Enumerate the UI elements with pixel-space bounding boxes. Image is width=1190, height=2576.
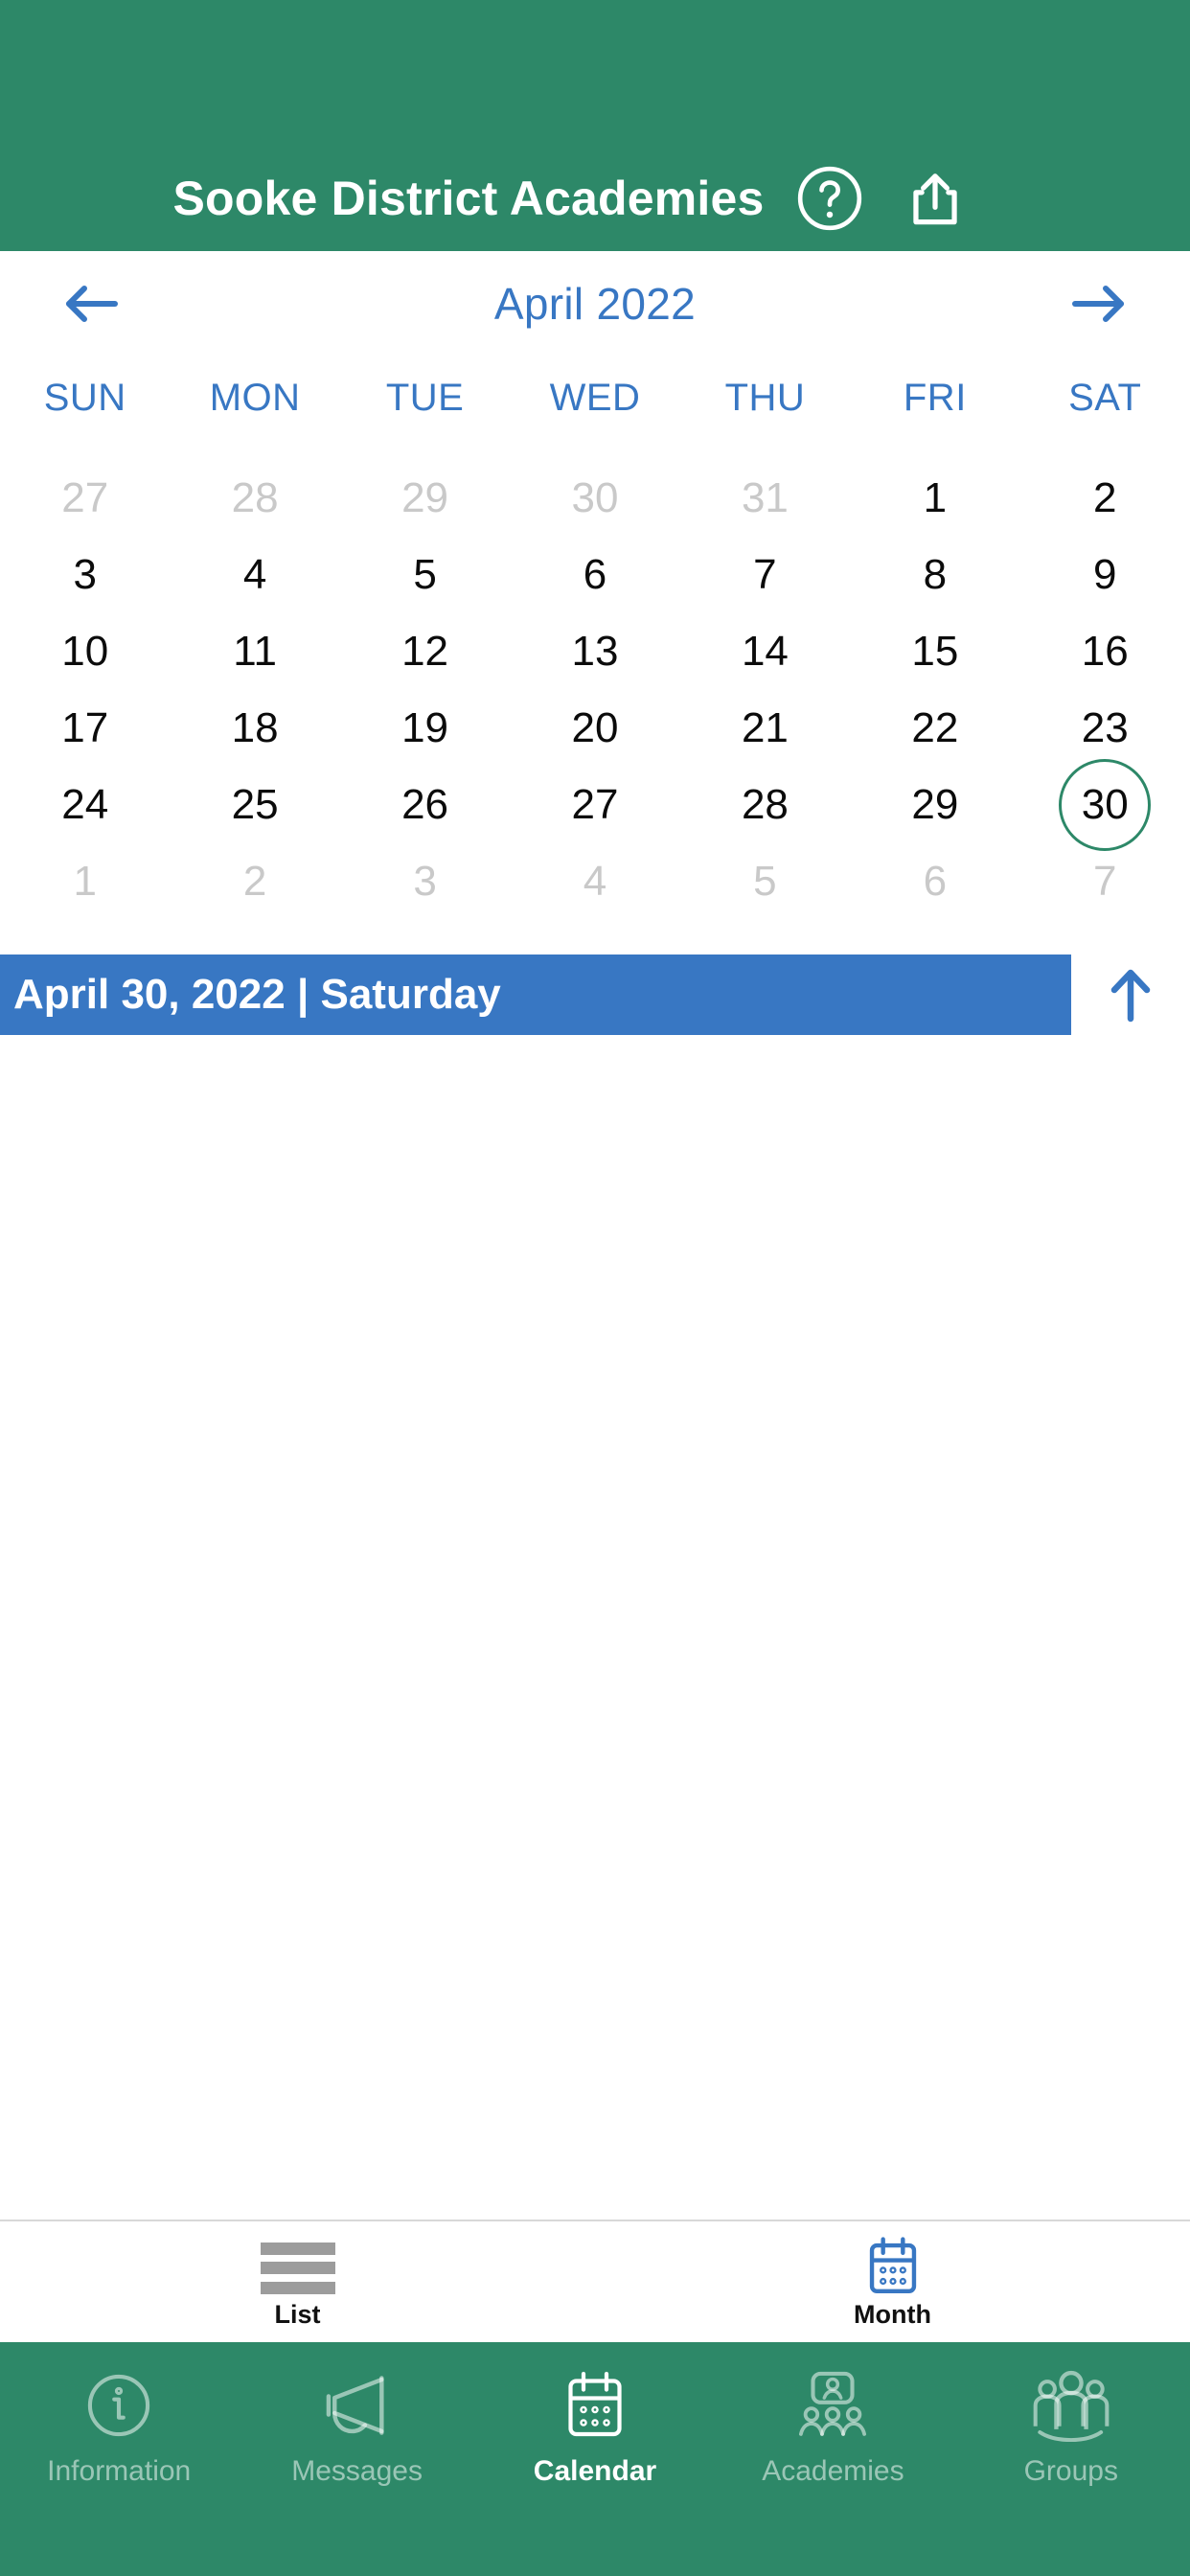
calendar-day-cell[interactable]: 30 bbox=[510, 460, 679, 537]
calendar-day-cell[interactable]: 24 bbox=[0, 767, 170, 843]
app-root: Sooke District Academies April 2022 SUN … bbox=[0, 0, 1190, 2576]
calendar-day-cell[interactable]: 27 bbox=[510, 767, 679, 843]
calendar-day-number: 1 bbox=[73, 858, 97, 905]
calendar-day-cell[interactable]: 21 bbox=[680, 690, 850, 767]
academies-icon bbox=[793, 2359, 872, 2451]
calendar-day-cell[interactable]: 19 bbox=[340, 690, 510, 767]
month-navigation: April 2022 bbox=[0, 251, 1190, 356]
calendar-day-cell[interactable]: 27 bbox=[0, 460, 170, 537]
nav-item-messages[interactable]: Messages bbox=[238, 2359, 475, 2486]
nav-item-messages-label: Messages bbox=[291, 2455, 423, 2487]
calendar-day-cell[interactable]: 6 bbox=[510, 537, 679, 613]
calendar-day-cell[interactable]: 1 bbox=[0, 843, 170, 920]
calendar-day-cell[interactable]: 4 bbox=[510, 843, 679, 920]
calendar-day-cell[interactable]: 18 bbox=[170, 690, 339, 767]
calendar-day-cell[interactable]: 10 bbox=[0, 613, 170, 690]
calendar-icon bbox=[563, 2359, 627, 2451]
calendar-view: April 2022 SUN MON TUE WED THU FRI SAT 2… bbox=[0, 251, 1190, 2220]
view-tab-list[interactable]: List bbox=[0, 2221, 595, 2342]
calendar-day-cell[interactable]: 7 bbox=[1020, 843, 1190, 920]
selected-date-banner-row: April 30, 2022 | Saturday bbox=[0, 954, 1190, 1035]
calendar-icon bbox=[865, 2236, 921, 2296]
weekday-sat: SAT bbox=[1068, 376, 1142, 419]
view-tab-month[interactable]: Month bbox=[595, 2221, 1190, 2342]
calendar-day-cell[interactable]: 17 bbox=[0, 690, 170, 767]
nav-item-groups[interactable]: Groups bbox=[952, 2359, 1190, 2486]
calendar-day-cell[interactable]: 5 bbox=[680, 843, 850, 920]
calendar-day-cell[interactable]: 13 bbox=[510, 613, 679, 690]
event-list-area bbox=[0, 1035, 1190, 2220]
calendar-days-grid: 27 28 29 30 31 1 2 3 4 5 6 7 8 9 10 11 12 13 14 15 16 17 18 19 2… bbox=[0, 460, 1190, 920]
selected-date-label: April 30, 2022 | Saturday bbox=[13, 971, 501, 1018]
calendar-day-cell[interactable]: 3 bbox=[340, 843, 510, 920]
calendar-day-cell[interactable]: 6 bbox=[850, 843, 1019, 920]
nav-item-information[interactable]: Information bbox=[0, 2359, 238, 2486]
calendar-day-cell[interactable]: 16 bbox=[1020, 613, 1190, 690]
calendar-day-number: 4 bbox=[583, 858, 607, 905]
calendar-day-number: 2 bbox=[242, 858, 267, 905]
nav-item-calendar-label: Calendar bbox=[533, 2455, 657, 2487]
calendar-day-cell[interactable]: 1 bbox=[850, 460, 1019, 537]
megaphone-icon bbox=[319, 2359, 396, 2451]
bottom-navigation-bar: Information Messages Calendar Academies … bbox=[0, 2342, 1190, 2576]
list-icon bbox=[260, 2237, 335, 2296]
weekday-mon: MON bbox=[209, 376, 301, 419]
view-tab-list-label: List bbox=[274, 2299, 321, 2329]
selected-date-banner[interactable]: April 30, 2022 | Saturday bbox=[0, 954, 1071, 1035]
view-switch-bar: List Month bbox=[0, 2220, 1190, 2342]
calendar-day-cell-selected[interactable]: 30 bbox=[1020, 759, 1190, 851]
calendar-day-cell[interactable]: 4 bbox=[170, 537, 339, 613]
calendar-day-cell[interactable]: 14 bbox=[680, 613, 850, 690]
calendar-day-cell[interactable]: 8 bbox=[850, 537, 1019, 613]
calendar-day-cell[interactable]: 11 bbox=[170, 613, 339, 690]
weekday-fri: FRI bbox=[903, 376, 967, 419]
view-tab-month-label: Month bbox=[854, 2299, 931, 2329]
calendar-day-cell[interactable]: 20 bbox=[510, 690, 679, 767]
calendar-day-cell[interactable]: 22 bbox=[850, 690, 1019, 767]
calendar-day-cell[interactable]: 28 bbox=[680, 767, 850, 843]
weekday-sun: SUN bbox=[43, 376, 126, 419]
calendar-day-number: 6 bbox=[923, 858, 948, 905]
calendar-day-cell[interactable]: 15 bbox=[850, 613, 1019, 690]
nav-item-groups-label: Groups bbox=[1023, 2455, 1118, 2487]
groups-icon bbox=[1031, 2359, 1111, 2451]
calendar-day-cell[interactable]: 26 bbox=[340, 767, 510, 843]
month-year-label: April 2022 bbox=[493, 279, 697, 329]
nav-item-calendar[interactable]: Calendar bbox=[476, 2359, 714, 2486]
weekday-tue: TUE bbox=[385, 376, 465, 419]
page-title: Sooke District Academies bbox=[172, 172, 765, 225]
calendar-day-cell[interactable]: 31 bbox=[680, 460, 850, 537]
calendar-day-cell[interactable]: 29 bbox=[850, 767, 1019, 843]
app-header: Sooke District Academies bbox=[0, 0, 1190, 251]
calendar-day-cell[interactable]: 9 bbox=[1020, 537, 1190, 613]
info-circle-icon bbox=[82, 2359, 155, 2451]
nav-item-information-label: Information bbox=[47, 2455, 192, 2487]
calendar-day-cell[interactable]: 3 bbox=[0, 537, 170, 613]
calendar-day-cell[interactable]: 28 bbox=[170, 460, 339, 537]
calendar-day-number: 3 bbox=[413, 858, 437, 905]
calendar-day-cell[interactable]: 23 bbox=[1020, 690, 1190, 767]
arrow-up-icon[interactable] bbox=[1071, 954, 1190, 1035]
calendar-day-cell[interactable]: 25 bbox=[170, 767, 339, 843]
calendar-day-cell[interactable]: 2 bbox=[170, 843, 339, 920]
share-icon[interactable] bbox=[895, 158, 975, 239]
nav-item-academies[interactable]: Academies bbox=[714, 2359, 951, 2486]
nav-item-academies-label: Academies bbox=[762, 2455, 904, 2487]
weekday-wed: WED bbox=[549, 376, 641, 419]
arrow-right-icon[interactable] bbox=[1056, 261, 1142, 347]
weekday-thu: THU bbox=[724, 376, 806, 419]
calendar-day-cell[interactable]: 5 bbox=[340, 537, 510, 613]
calendar-day-cell[interactable]: 7 bbox=[680, 537, 850, 613]
calendar-day-cell[interactable]: 12 bbox=[340, 613, 510, 690]
weekday-header-row: SUN MON TUE WED THU FRI SAT bbox=[0, 356, 1190, 439]
arrow-left-icon[interactable] bbox=[48, 261, 134, 347]
question-mark-circle-icon[interactable] bbox=[790, 158, 870, 239]
calendar-day-cell[interactable]: 2 bbox=[1020, 460, 1190, 537]
calendar-day-number: 5 bbox=[753, 858, 777, 905]
calendar-day-number: 7 bbox=[1093, 858, 1117, 905]
calendar-day-cell[interactable]: 29 bbox=[340, 460, 510, 537]
